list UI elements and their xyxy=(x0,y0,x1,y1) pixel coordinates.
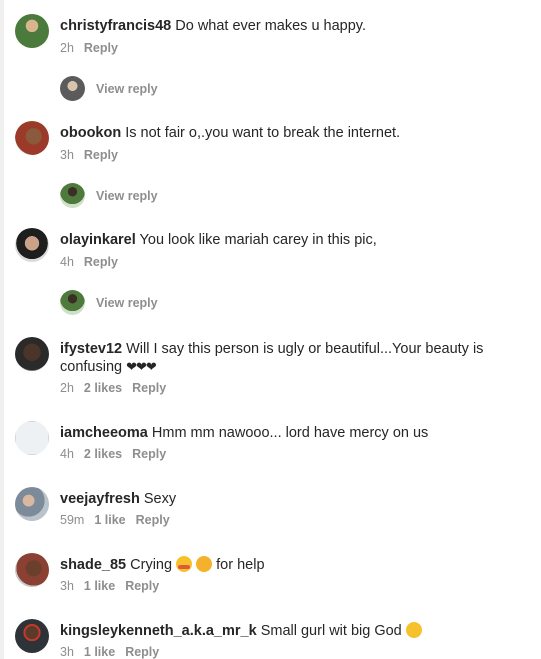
reply-avatar xyxy=(60,183,85,208)
reply-button[interactable]: Reply xyxy=(136,513,170,527)
avatar-image xyxy=(15,337,49,371)
comment-meta: 3h 1 like Reply xyxy=(60,645,159,659)
comment-time: 2h xyxy=(60,381,74,395)
avatar-image xyxy=(15,121,49,155)
persevering-face-icon xyxy=(196,556,213,572)
comment-text-row: obookon Is not fair o,.you want to break… xyxy=(60,124,523,142)
avatar[interactable] xyxy=(15,553,49,587)
comment-meta: 4h 2 likes Reply xyxy=(60,447,166,461)
avatar-image xyxy=(15,228,49,262)
comment-text-row: shade_85 Crying for help xyxy=(60,556,523,574)
avatar[interactable] xyxy=(15,228,49,262)
comment-text: Is not fair o,.you want to break the int… xyxy=(125,125,401,141)
reply-button[interactable]: Reply xyxy=(125,579,159,593)
reply-avatar xyxy=(60,290,85,315)
comment-username[interactable]: obookon xyxy=(60,125,121,141)
comment-text-after: for help xyxy=(216,557,265,573)
reply-button[interactable]: Reply xyxy=(84,41,118,55)
comment-time: 3h xyxy=(60,645,74,659)
comment-meta: 59m 1 like Reply xyxy=(60,513,170,527)
view-reply-row[interactable]: View reply xyxy=(60,183,158,208)
comment-time: 59m xyxy=(60,513,85,527)
avatar-image xyxy=(15,14,49,48)
comment-text-row: veejayfresh Sexy xyxy=(60,490,523,508)
comment-text: Do what ever makes u happy. xyxy=(175,18,367,34)
likes-count[interactable]: 2 likes xyxy=(84,381,122,395)
comment-username[interactable]: kingsleykenneth_a.k.a_mr_k xyxy=(60,623,257,639)
reply-button[interactable]: Reply xyxy=(84,148,118,162)
comment-text-before: Crying xyxy=(130,557,173,573)
reply-button[interactable]: Reply xyxy=(132,381,166,395)
likes-count[interactable]: 1 like xyxy=(94,513,125,527)
avatar[interactable] xyxy=(15,619,49,653)
reply-button[interactable]: Reply xyxy=(125,645,159,659)
comment-text-row: kingsleykenneth_a.k.a_mr_k Small gurl wi… xyxy=(60,622,523,640)
comment-text-row: iamcheeoma Hmm mm nawooo... lord have me… xyxy=(60,424,523,442)
comment-meta: 3h 1 like Reply xyxy=(60,579,159,593)
reply-button[interactable]: Reply xyxy=(132,447,166,461)
avatar-image xyxy=(15,421,49,455)
avatar[interactable] xyxy=(15,487,49,521)
left-edge xyxy=(0,0,4,659)
comment-username[interactable]: christyfrancis48 xyxy=(60,18,171,34)
comment-text-row: christyfrancis48 Do what ever makes u ha… xyxy=(60,17,523,35)
comment-meta: 4h Reply xyxy=(60,255,118,269)
comment-text-row: ifystev12 Will I say this person is ugly… xyxy=(60,340,523,376)
avatar[interactable] xyxy=(15,121,49,155)
comment-username[interactable]: shade_85 xyxy=(60,557,126,573)
comment-text: Sexy xyxy=(143,491,177,507)
comment-meta: 2h Reply xyxy=(60,41,118,55)
likes-count[interactable]: 2 likes xyxy=(84,447,122,461)
avatar-image xyxy=(15,487,49,521)
comment-meta: 2h 2 likes Reply xyxy=(60,381,166,395)
comment-username[interactable]: ifystev12 xyxy=(60,341,122,357)
comment-time: 4h xyxy=(60,447,74,461)
heart-icons: ❤❤❤ xyxy=(126,359,157,374)
view-reply-button[interactable]: View reply xyxy=(96,189,158,203)
avatar[interactable] xyxy=(15,14,49,48)
likes-count[interactable]: 1 like xyxy=(84,645,115,659)
comment-time: 4h xyxy=(60,255,74,269)
comment-time: 2h xyxy=(60,41,74,55)
comment-text-row: olayinkarel You look like mariah carey i… xyxy=(60,231,523,249)
comment-time: 3h xyxy=(60,148,74,162)
hugging-face-icon xyxy=(405,622,422,638)
comment-text: Hmm mm nawooo... lord have mercy on us xyxy=(151,425,429,441)
avatar-image xyxy=(15,619,49,653)
comment-text: Small gurl wit big God xyxy=(260,623,402,639)
reply-button[interactable]: Reply xyxy=(84,255,118,269)
avatar[interactable] xyxy=(15,421,49,455)
view-reply-button[interactable]: View reply xyxy=(96,296,158,310)
view-reply-row[interactable]: View reply xyxy=(60,76,158,101)
avatar[interactable] xyxy=(15,337,49,371)
view-reply-button[interactable]: View reply xyxy=(96,82,158,96)
avatar-image xyxy=(15,553,49,587)
likes-count[interactable]: 1 like xyxy=(84,579,115,593)
comment-username[interactable]: veejayfresh xyxy=(60,491,140,507)
comment-text: Will I say this person is ugly or beauti… xyxy=(60,341,484,375)
crying-face-icon xyxy=(176,556,193,572)
comment-time: 3h xyxy=(60,579,74,593)
comment-meta: 3h Reply xyxy=(60,148,118,162)
comment-username[interactable]: iamcheeoma xyxy=(60,425,148,441)
comment-text: You look like mariah carey in this pic, xyxy=(139,232,377,248)
reply-avatar xyxy=(60,76,85,101)
view-reply-row[interactable]: View reply xyxy=(60,290,158,315)
comment-username[interactable]: olayinkarel xyxy=(60,232,136,248)
